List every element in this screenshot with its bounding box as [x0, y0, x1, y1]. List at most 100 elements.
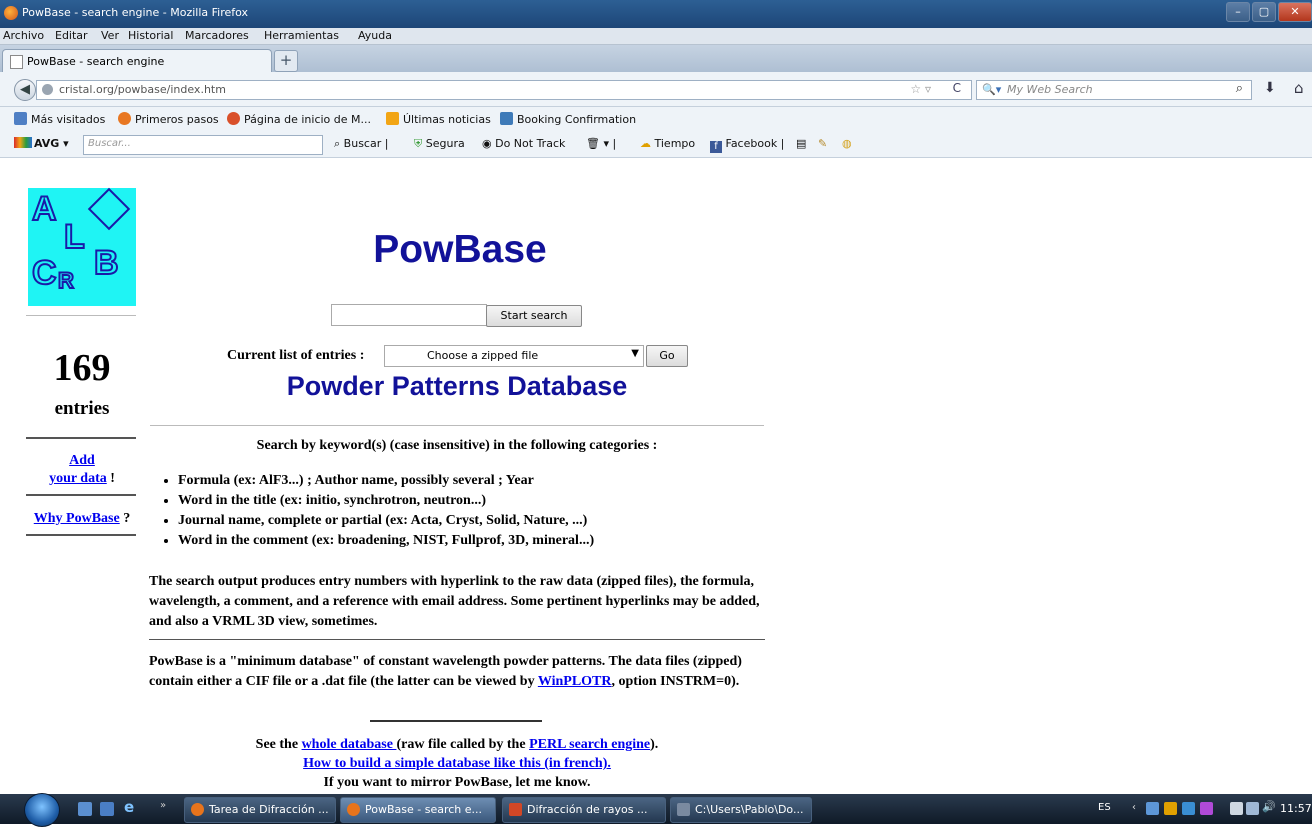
powerpoint-icon [509, 803, 522, 816]
your-data-link[interactable]: your data [49, 471, 107, 486]
show-desktop-icon[interactable] [78, 802, 92, 816]
bookmark-mas-visitados[interactable]: Más visitados [14, 112, 105, 126]
tab-powbase[interactable]: PowBase - search engine [2, 49, 272, 73]
avg-extra-icon-2[interactable]: ✎ [818, 137, 827, 150]
menu-editar[interactable]: Editar [55, 29, 88, 42]
avg-search-button[interactable]: ⌕ Buscar | [334, 137, 388, 151]
page-icon [10, 55, 23, 69]
go-button[interactable]: Go [646, 345, 688, 367]
quicklaunch-more-icon[interactable]: » [160, 800, 166, 814]
language-indicator[interactable]: ES [1098, 802, 1111, 813]
weather-icon: ☁ [640, 137, 651, 150]
web-search-input[interactable]: 🔍▾ My Web Search ⌕ [976, 80, 1252, 100]
alcrb-logo: A L C R B [28, 187, 136, 306]
taskbar-item-powbase[interactable]: PowBase - search e... [340, 797, 496, 823]
network-icon[interactable] [1230, 802, 1243, 815]
navigation-bar: ◀ cristal.org/powbase/index.htm ☆ ▿ C 🔍▾… [0, 72, 1312, 107]
whole-database-link[interactable]: whole database [302, 737, 397, 752]
avg-facebook-button[interactable]: f Facebook | [710, 137, 784, 153]
avg-menu[interactable]: AVG ▾ [14, 137, 69, 150]
avg-secure-button[interactable]: ⛨ Segura [414, 137, 465, 151]
list-item: Journal name, complete or partial (ex: A… [178, 511, 594, 531]
avg-weather-button[interactable]: ☁ Tiempo [640, 137, 695, 150]
search-engine-icon[interactable]: 🔍▾ [982, 83, 1001, 96]
search-input[interactable] [331, 304, 487, 326]
bookmark-ultimas-noticias[interactable]: Últimas noticias [386, 112, 491, 126]
crystal-diamond-icon [87, 187, 131, 231]
reload-icon[interactable]: C [953, 81, 961, 95]
mirror-note: If you want to mirror PowBase, let me kn… [323, 775, 591, 790]
firefox-icon [347, 803, 360, 816]
window-titlebar: PowBase - search engine - Mozilla Firefo… [0, 0, 1312, 28]
tray-icon[interactable] [1200, 802, 1213, 815]
facebook-icon: f [710, 141, 722, 153]
url-bar[interactable]: cristal.org/powbase/index.htm ☆ ▿ C [36, 80, 972, 100]
avg-logo-icon [14, 137, 32, 148]
start-button[interactable] [24, 793, 60, 827]
bookmark-primeros-pasos[interactable]: Primeros pasos [118, 112, 219, 126]
bookmark-booking[interactable]: Booking Confirmation [500, 112, 636, 126]
home-icon[interactable]: ⌂ [1294, 79, 1304, 97]
ie-icon[interactable]: e [124, 798, 138, 816]
taskbar-item-tarea[interactable]: Tarea de Difracción ... [184, 797, 336, 823]
taskbar-item-difraccion[interactable]: Difracción de rayos ... [502, 797, 666, 823]
download-icon[interactable]: ⬇ [1264, 80, 1276, 96]
divider [149, 639, 765, 640]
firefox-icon [227, 112, 240, 125]
maximize-button[interactable]: ▢ [1252, 2, 1276, 22]
database-description: PowBase is a "minimum database" of const… [149, 654, 742, 689]
winplotr-link[interactable]: WinPLOTR [538, 674, 612, 689]
divider [26, 494, 136, 496]
output-description: The search output produces entry numbers… [149, 574, 760, 629]
rss-icon [386, 112, 399, 125]
menu-historial[interactable]: Historial [128, 29, 173, 42]
entry-count: 169 [53, 347, 111, 389]
windows-taskbar: e » Tarea de Difracción ... PowBase - se… [0, 793, 1312, 827]
avg-extra-icon-1[interactable]: ▤ [796, 137, 806, 150]
why-powbase-link[interactable]: Why PowBase [34, 511, 120, 526]
avg-extra-icon-3[interactable]: ◍ [842, 137, 852, 150]
tray-icon[interactable] [1164, 802, 1177, 815]
add-data-block: Add your data ! [49, 453, 115, 486]
bookmark-star-icon[interactable]: ☆ ▿ [910, 82, 931, 96]
tray-icon[interactable] [1146, 802, 1159, 815]
why-powbase-block: Why PowBase ? [33, 511, 131, 526]
menu-marcadores[interactable]: Marcadores [185, 29, 249, 42]
search-icon[interactable]: ⌕ [1236, 81, 1243, 96]
avg-dnt-button[interactable]: ◉ Do Not Track [482, 137, 565, 150]
menu-archivo[interactable]: Archivo [3, 29, 44, 42]
zipped-file-select[interactable]: Choose a zipped file ▼ [384, 345, 644, 367]
avg-trash-button[interactable]: 🗑 ▾ | [586, 137, 616, 150]
search-icon: ⌕ [334, 137, 341, 150]
volume-icon[interactable]: 🔊 [1262, 800, 1276, 813]
close-window-button[interactable]: ✕ [1278, 2, 1312, 22]
start-search-button[interactable]: Start search [486, 305, 582, 327]
menu-ayuda[interactable]: Ayuda [358, 29, 392, 42]
add-link[interactable]: Add [69, 453, 95, 468]
list-item: Word in the comment (ex: broadening, NIS… [178, 531, 594, 551]
taskbar-item-explorer[interactable]: C:\Users\Pablo\Do... [670, 797, 812, 823]
bookmark-pagina-inicio[interactable]: Página de inicio de M... [227, 112, 371, 126]
menu-herramientas[interactable]: Herramientas [264, 29, 339, 42]
current-list-label: Current list of entries : [227, 348, 365, 363]
list-item: Formula (ex: AlF3...) ; Author name, pos… [178, 471, 594, 491]
list-item: Word in the title (ex: initio, synchrotr… [178, 491, 594, 511]
back-button[interactable]: ◀ [14, 79, 36, 101]
menu-ver[interactable]: Ver [101, 29, 119, 42]
minimize-button[interactable]: – [1226, 2, 1250, 22]
explorer-icon[interactable] [100, 802, 114, 816]
firefox-icon [4, 6, 18, 20]
avg-toolbar: AVG ▾ Buscar... ⌕ Buscar | ⛨ Segura ◉ Do… [0, 131, 1312, 158]
new-tab-button[interactable]: + [274, 50, 298, 72]
display-icon[interactable] [1246, 802, 1259, 815]
shield-icon: ⛨ [414, 137, 423, 150]
build-database-link[interactable]: How to build a simple database like this… [303, 756, 611, 771]
tray-expand-icon[interactable]: ‹ [1132, 802, 1136, 815]
tray-icon[interactable] [1182, 802, 1195, 815]
avg-search-input[interactable]: Buscar... [83, 135, 323, 155]
clock[interactable]: 11:57 [1280, 802, 1312, 815]
chevron-down-icon: ▼ [631, 348, 639, 359]
perl-search-engine-link[interactable]: PERL search engine [529, 737, 650, 752]
entries-label: entries [54, 398, 110, 419]
tab-strip: PowBase - search engine + [0, 45, 1312, 73]
